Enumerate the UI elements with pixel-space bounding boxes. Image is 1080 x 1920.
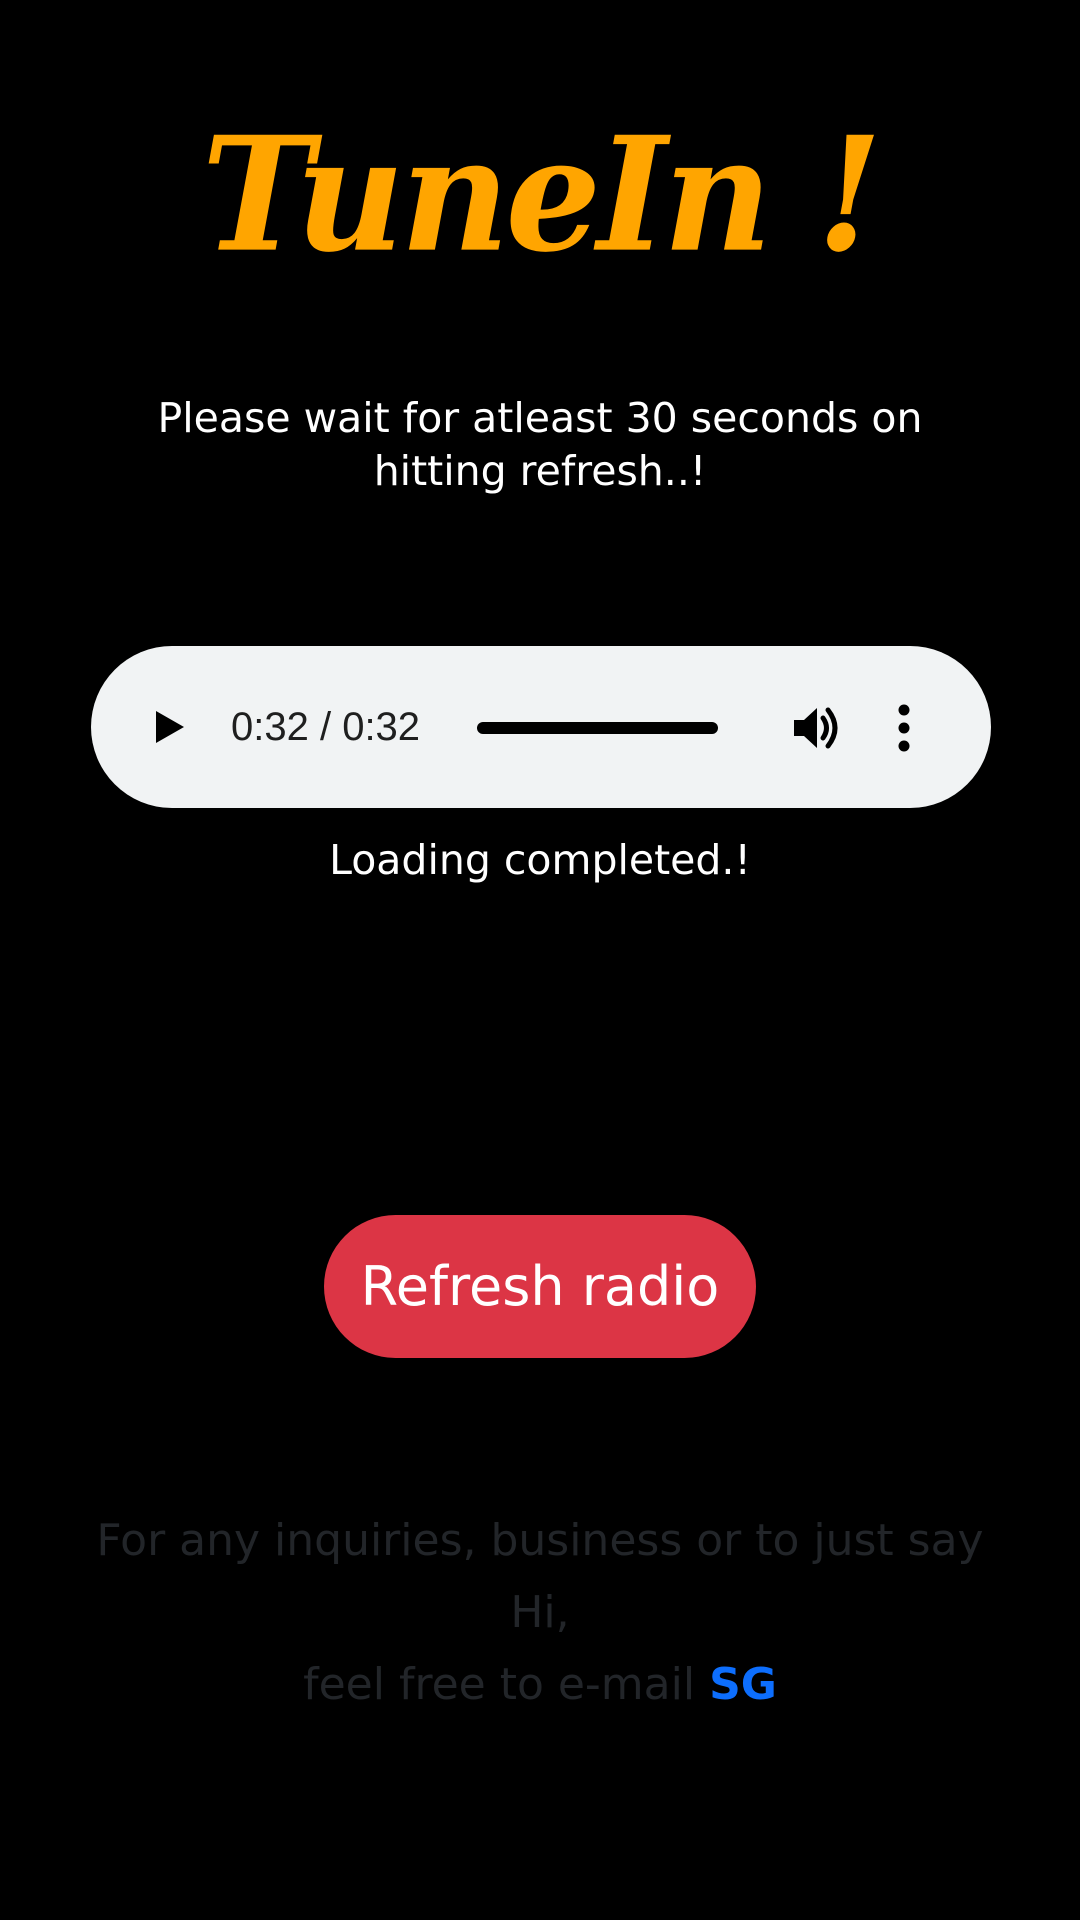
volume-icon	[794, 707, 838, 749]
seek-bar[interactable]	[477, 722, 718, 734]
play-button[interactable]	[148, 707, 188, 747]
more-options-icon	[898, 704, 910, 752]
footer-contact: For any inquiries, business or to just s…	[60, 1505, 1020, 1721]
footer-line-1: For any inquiries, business or to just s…	[96, 1515, 984, 1638]
play-icon	[156, 711, 184, 743]
footer-line-2: feel free to e-mail SG	[60, 1649, 1020, 1721]
loading-status: Loading completed.!	[329, 836, 751, 884]
volume-button[interactable]	[790, 703, 842, 753]
refresh-radio-button[interactable]: Refresh radio	[324, 1215, 756, 1358]
refresh-wait-notice: Please wait for atleast 30 seconds on hi…	[157, 394, 923, 495]
footer-line-2-text: feel free to e-mail	[303, 1659, 710, 1710]
playback-time: 0:32 / 0:32	[231, 705, 421, 749]
email-link[interactable]: SG	[709, 1659, 777, 1710]
more-options-button[interactable]	[896, 704, 912, 752]
app-logo-title: TuneIn !	[201, 102, 883, 288]
